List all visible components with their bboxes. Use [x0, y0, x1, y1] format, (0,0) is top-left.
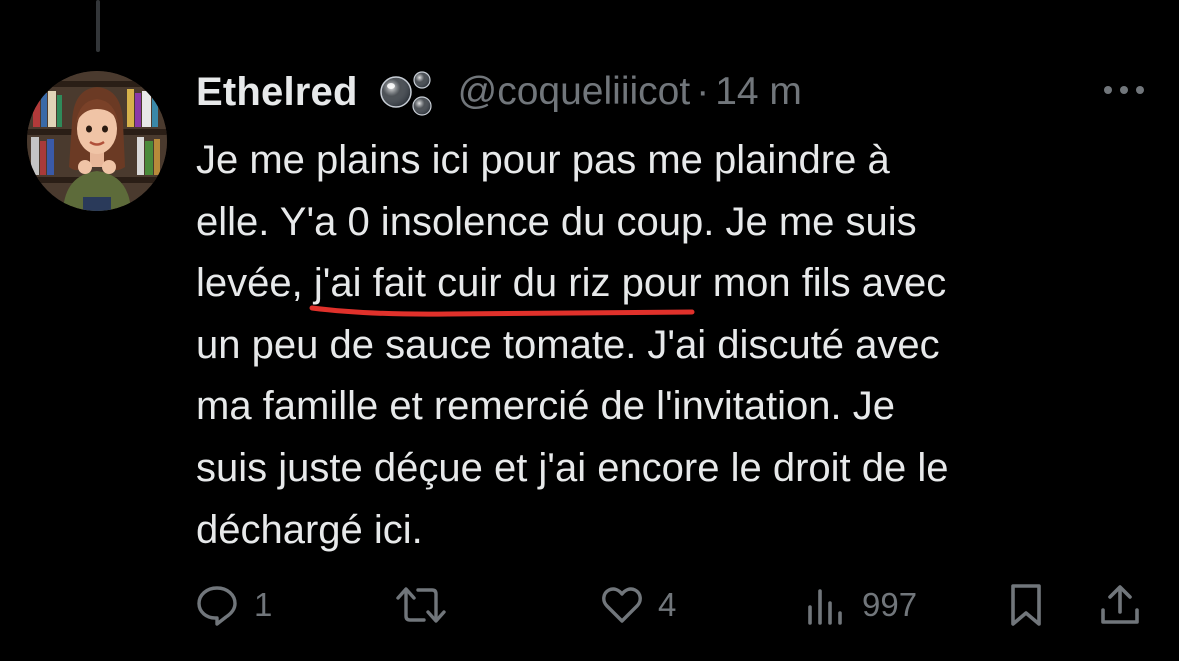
- like-count: 4: [658, 586, 677, 623]
- tweet-text-line: déchargé ici.: [196, 507, 423, 552]
- avatar[interactable]: [27, 71, 167, 211]
- user-handle[interactable]: @coqueliiicot: [458, 70, 691, 114]
- tweet-text-line: Je me plains ici pour pas me plaindre à: [196, 138, 890, 182]
- reply-count: 1: [254, 586, 273, 623]
- tweet-header: Ethelred @coqueliiicot · 14 m: [196, 64, 802, 120]
- tweet-text-line: un peu de sauce tomate. J'ai discuté ave…: [196, 322, 940, 367]
- reply-button[interactable]: 1: [194, 580, 272, 630]
- underlined-phrase-text: j'ai fait cuir du riz: [313, 261, 611, 306]
- bookmark-icon: [1006, 582, 1046, 628]
- share-button[interactable]: [1098, 580, 1142, 630]
- thread-connector-line: [96, 0, 100, 52]
- more-options-icon[interactable]: [1100, 80, 1148, 100]
- tweet-text-line: ma famille et remercié de l'invitation. …: [196, 384, 896, 429]
- tweet-text-segment: pour mon fils avec: [610, 261, 947, 306]
- bubbles-icon: [376, 66, 436, 118]
- tweet-text-line: levée, j'ai fait cuir du riz pour mon fi…: [196, 253, 1146, 317]
- retweet-button[interactable]: [394, 580, 462, 630]
- like-button[interactable]: 4: [600, 580, 676, 630]
- bookmark-button[interactable]: [1006, 580, 1046, 630]
- underlined-phrase: j'ai fait cuir du riz: [309, 253, 695, 317]
- tweet-actions-bar: 1 4 997: [194, 580, 1154, 630]
- retweet-icon: [394, 582, 448, 628]
- views-button[interactable]: 997: [804, 580, 917, 630]
- heart-icon: [600, 583, 644, 627]
- header-separator: ·: [696, 70, 710, 113]
- tweet-text: Je me plains ici pour pas me plaindre à …: [196, 130, 1146, 561]
- reply-icon: [194, 582, 240, 628]
- display-name[interactable]: Ethelred: [196, 70, 358, 115]
- tweet-text-line: suis juste déçue et j'ai encore le droit…: [196, 445, 949, 490]
- views-icon: [804, 583, 848, 627]
- views-count: 997: [862, 586, 918, 623]
- tweet-text-segment: levée,: [196, 261, 314, 306]
- tweet-text-line: elle. Y'a 0 insolence du coup. Je me sui…: [196, 199, 917, 244]
- share-icon: [1098, 582, 1142, 628]
- timestamp[interactable]: 14 m: [715, 70, 802, 114]
